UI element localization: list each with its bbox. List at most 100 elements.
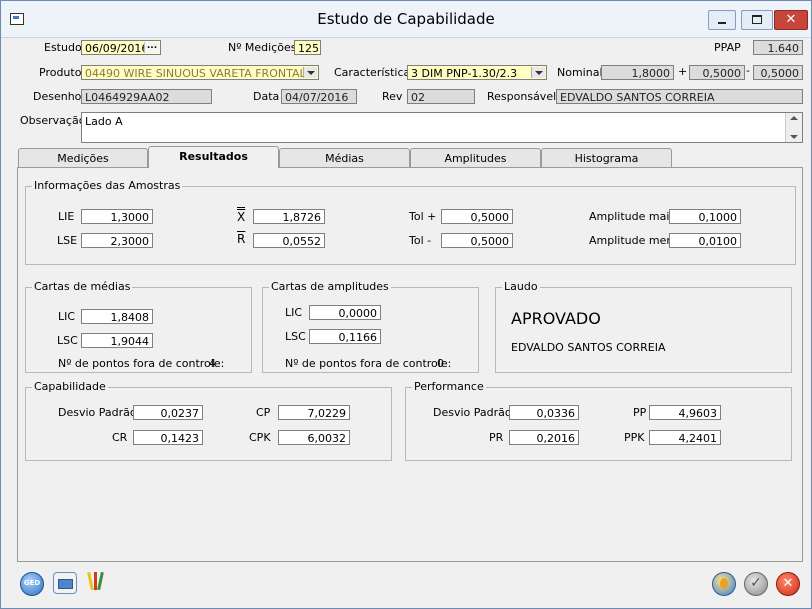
laudo-status: APROVADO [511, 309, 601, 328]
tab-amplitudes[interactable]: Amplitudes [410, 148, 541, 167]
estudo-label: Estudo [44, 41, 82, 54]
ged-label: GED [23, 579, 41, 587]
laudo-responsavel: EDVALDO SANTOS CORREIA [511, 341, 666, 354]
close-window-button[interactable]: ✕ [774, 10, 808, 30]
tol-plus-field: 0,5000 [689, 65, 745, 80]
amplitudes-title: Cartas de amplitudes [269, 280, 391, 293]
tolminus-label: Tol - [409, 234, 432, 247]
produto-combo[interactable]: 04490 WIRE SINUOUS VARETA FRONTAL [81, 65, 319, 80]
tab-histograma[interactable]: Histograma [541, 148, 672, 167]
perf-desvio-label: Desvio Padrão [433, 406, 512, 419]
rev-field: 02 [407, 89, 475, 104]
pencils-button[interactable] [87, 570, 105, 594]
tolplus-label: Tol + [409, 210, 437, 223]
confirm-button[interactable]: ✓ [744, 572, 768, 596]
pp-field[interactable]: 4,9603 [649, 405, 721, 420]
plus-sign: + [678, 65, 688, 78]
window-title: Estudo de Capabilidade [317, 10, 495, 28]
estudo-date-field[interactable]: 06/09/2016 ... [81, 40, 161, 55]
amplitudes-fora-label: Nº de pontos fora de controle: [285, 357, 452, 370]
ppk-label: PPK [624, 431, 645, 444]
perf-desvio-field[interactable]: 0,0336 [509, 405, 579, 420]
cpk-label: CPK [249, 431, 271, 444]
desenho-label: Desenho [33, 90, 82, 103]
date-picker-button[interactable]: ... [144, 42, 159, 53]
amostras-group: Informações das Amostras [25, 179, 796, 265]
laudo-title: Laudo [502, 280, 540, 293]
medias-lsc-label: LSC [57, 334, 78, 347]
print-button[interactable] [53, 572, 77, 594]
observacao-scrollbar[interactable] [785, 113, 802, 142]
ampmaior-label: Amplitude maior [589, 210, 681, 223]
check-icon: ✓ [750, 575, 762, 591]
amplitudes-lsc-field[interactable]: 0,1166 [309, 329, 381, 344]
tab-medicoes[interactable]: Medições [18, 148, 148, 167]
nominal-field: 1,8000 [601, 65, 674, 80]
ampmenor-field[interactable]: 0,0100 [669, 233, 741, 248]
observacao-label: Observação [20, 114, 86, 127]
laudo-group: Laudo [495, 280, 792, 373]
medias-title: Cartas de médias [32, 280, 133, 293]
caracteristica-combo[interactable]: 3 DIM PNP-1.30/2.3 [407, 65, 547, 80]
medias-lic-label: LIC [58, 310, 76, 323]
amplitudes-fora-value: 0 [437, 357, 444, 370]
amplitudes-lic-label: LIC [285, 306, 303, 319]
ampmaior-field[interactable]: 0,1000 [669, 209, 741, 224]
tolplus-field[interactable]: 0,5000 [441, 209, 513, 224]
capabilidade-group: Capabilidade [25, 380, 392, 461]
rbar-label: R [237, 232, 246, 246]
rbar-field[interactable]: 0,0552 [253, 233, 325, 248]
medias-lsc-field[interactable]: 1,9044 [81, 333, 153, 348]
ppap-field: 1.640 [753, 40, 803, 55]
cap-desvio-field[interactable]: 0,0237 [133, 405, 203, 420]
ppk-field[interactable]: 4,2401 [649, 430, 721, 445]
cr-label: CR [112, 431, 128, 444]
cr-field[interactable]: 0,1423 [133, 430, 203, 445]
ged-button[interactable]: GED [20, 572, 44, 596]
desenho-field: L0464929AA02 [81, 89, 212, 104]
xbarbar-label: X [237, 207, 245, 224]
capabilidade-title: Capabilidade [32, 380, 108, 393]
xbarbar-field[interactable]: 1,8726 [253, 209, 325, 224]
tab-resultados[interactable]: Resultados [148, 146, 279, 168]
nmedicoes-field[interactable]: 125 [294, 40, 321, 55]
medias-fora-value: 4 [209, 357, 216, 370]
pr-label: PR [489, 431, 504, 444]
tolminus-field[interactable]: 0,5000 [441, 233, 513, 248]
globe-button[interactable] [712, 572, 736, 596]
pr-field[interactable]: 0,2016 [509, 430, 579, 445]
minimize-button[interactable] [708, 10, 736, 30]
amostras-title: Informações das Amostras [32, 179, 183, 192]
observacao-textarea[interactable]: Lado A [81, 112, 803, 143]
cp-label: CP [256, 406, 271, 419]
cancel-button[interactable]: ✕ [776, 572, 800, 596]
maximize-button[interactable] [741, 10, 773, 30]
ppap-label: PPAP [714, 41, 741, 54]
lie-label: LIE [58, 210, 75, 223]
globe-icon [720, 578, 728, 589]
produto-label: Produto [39, 66, 82, 79]
responsavel-label: Responsável [487, 90, 557, 103]
performance-group: Performance [405, 380, 792, 461]
data-field: 04/07/2016 [281, 89, 357, 104]
amplitudes-lic-field[interactable]: 0,0000 [309, 305, 381, 320]
printer-icon [58, 579, 73, 589]
medias-lic-field[interactable]: 1,8408 [81, 309, 153, 324]
nmedicoes-label: Nº Medições [228, 41, 297, 54]
nominal-label: Nominal [557, 66, 603, 79]
capability-study-window: Estudo de Capabilidade ✕ Estudo 06/09/20… [0, 0, 812, 609]
lse-field[interactable]: 2,3000 [81, 233, 153, 248]
rev-label: Rev [382, 90, 403, 103]
lse-label: LSE [57, 234, 78, 247]
responsavel-field: EDVALDO SANTOS CORREIA [556, 89, 803, 104]
cpk-field[interactable]: 6,0032 [278, 430, 350, 445]
amplitudes-lsc-label: LSC [285, 330, 306, 343]
cp-field[interactable]: 7,0229 [278, 405, 350, 420]
chevron-down-icon[interactable] [303, 67, 317, 78]
chevron-down-icon[interactable] [531, 67, 545, 78]
minus-sign: - [746, 64, 750, 77]
tab-medias[interactable]: Médias [279, 148, 410, 167]
pencil-green [97, 571, 104, 591]
lie-field[interactable]: 1,3000 [81, 209, 153, 224]
pencils-icon [87, 571, 94, 591]
